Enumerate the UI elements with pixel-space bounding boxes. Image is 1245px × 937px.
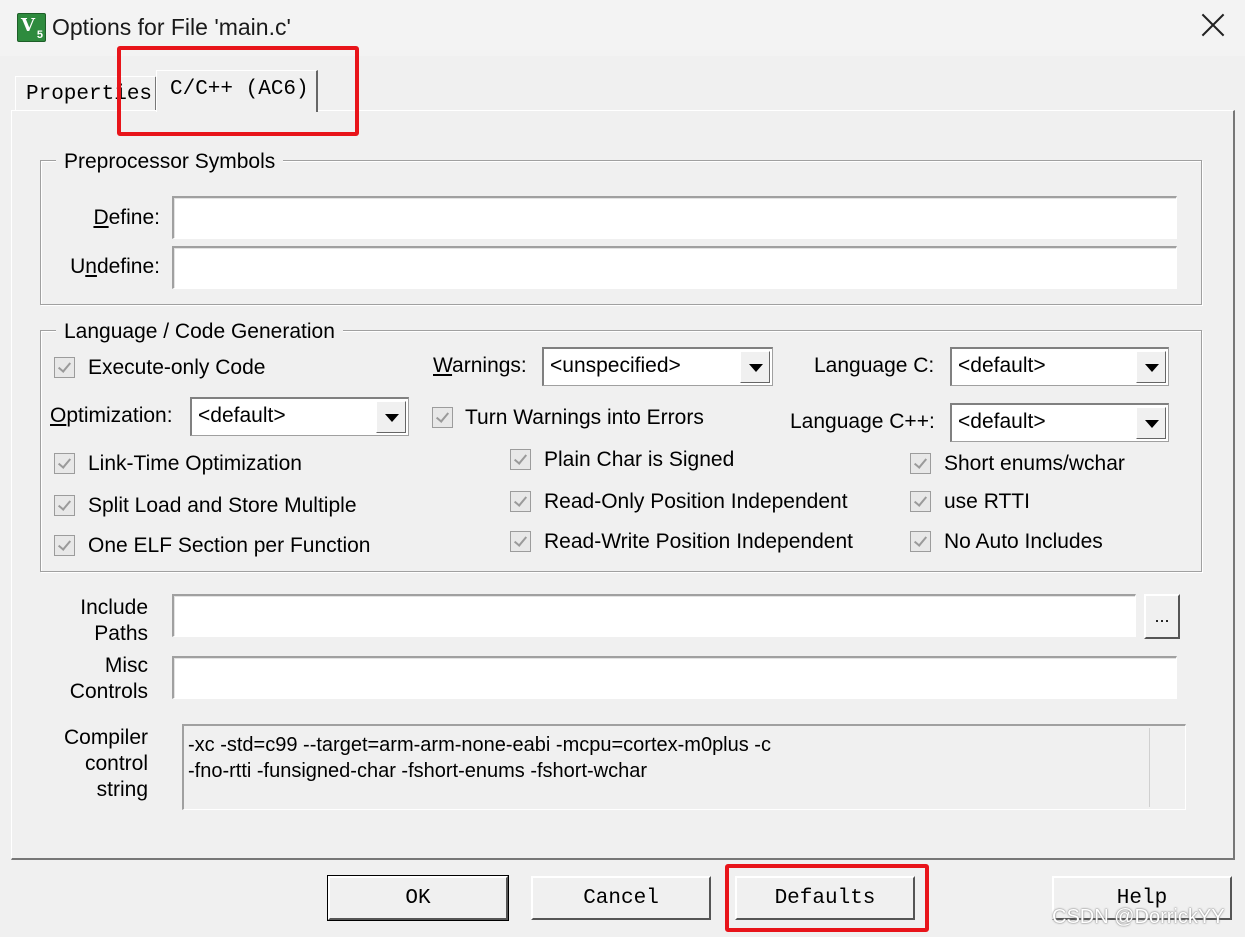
language-cpp-label: Language C++: — [790, 410, 935, 433]
include-paths-label-1: Include — [80, 596, 148, 619]
language-c-select[interactable]: <default> — [950, 347, 1169, 386]
warnings-select[interactable]: <unspecified> — [542, 347, 773, 386]
execute-only-label: Execute-only Code — [88, 356, 266, 379]
language-c-label: Language C: — [814, 354, 935, 377]
execute-only-checkbox[interactable] — [54, 357, 75, 378]
language-cpp-select[interactable]: <default> — [950, 403, 1169, 442]
warnings-label: Warnings: — [433, 354, 527, 377]
preprocessor-group-title: Preprocessor Symbols — [56, 150, 284, 174]
window-title: Options for File 'main.c' — [52, 14, 291, 40]
chevron-down-icon[interactable] — [1136, 407, 1166, 439]
misc-controls-label-2: Controls — [69, 680, 148, 703]
rtti-checkbox[interactable] — [910, 491, 931, 512]
compiler-label-3: string — [96, 778, 148, 801]
ok-button[interactable]: OK — [327, 875, 509, 921]
tab-properties[interactable]: Properties — [15, 76, 157, 111]
one-elf-label: One ELF Section per Function — [88, 534, 371, 557]
include-paths-field[interactable] — [172, 594, 1136, 637]
close-icon[interactable] — [1196, 8, 1230, 42]
warnings-value: <unspecified> — [550, 354, 681, 377]
rtti-label: use RTTI — [944, 490, 1030, 513]
define-field[interactable] — [172, 196, 1177, 239]
plain-char-checkbox[interactable] — [510, 449, 531, 470]
chevron-down-icon[interactable] — [376, 401, 406, 433]
compiler-scrollbar[interactable] — [1149, 728, 1183, 807]
compiler-control-string[interactable]: -xc -std=c99 --target=arm-arm-none-eabi … — [182, 724, 1186, 810]
turn-warnings-label: Turn Warnings into Errors — [465, 406, 704, 429]
split-load-label: Split Load and Store Multiple — [88, 494, 357, 517]
define-label: Define: — [93, 206, 160, 229]
turn-warnings-checkbox[interactable] — [432, 407, 453, 428]
cancel-button[interactable]: Cancel — [531, 876, 711, 920]
optimization-value: <default> — [198, 404, 286, 427]
split-load-checkbox[interactable] — [54, 495, 75, 516]
misc-controls-field[interactable] — [172, 656, 1177, 699]
include-paths-browse-button[interactable]: ... — [1144, 594, 1180, 639]
short-enums-checkbox[interactable] — [910, 453, 931, 474]
language-cpp-value: <default> — [958, 410, 1046, 433]
no-auto-includes-checkbox[interactable] — [910, 531, 931, 552]
compiler-label-2: control — [84, 752, 148, 775]
app-icon: V5 — [17, 13, 46, 42]
chevron-down-icon[interactable] — [740, 351, 770, 383]
compiler-label-1: Compiler — [63, 726, 148, 749]
watermark: CSDN @DorrickYY — [1052, 906, 1225, 928]
lto-label: Link-Time Optimization — [88, 452, 302, 475]
include-paths-label-2: Paths — [94, 622, 148, 645]
ropi-label: Read-Only Position Independent — [544, 490, 848, 513]
ropi-checkbox[interactable] — [510, 491, 531, 512]
misc-controls-label-1: Misc — [104, 654, 148, 677]
compiler-line-2: -fno-rtti -funsigned-char -fshort-enums … — [188, 760, 648, 782]
short-enums-label: Short enums/wchar — [944, 452, 1125, 475]
tab-cpp-ac6[interactable]: C/C++ (AC6) — [156, 70, 318, 112]
lto-checkbox[interactable] — [54, 453, 75, 474]
compiler-line-1: -xc -std=c99 --target=arm-arm-none-eabi … — [188, 734, 771, 756]
rwpi-label: Read-Write Position Independent — [544, 530, 853, 553]
optimization-select[interactable]: <default> — [190, 397, 409, 436]
one-elf-checkbox[interactable] — [54, 535, 75, 556]
defaults-button[interactable]: Defaults — [735, 876, 915, 920]
no-auto-includes-label: No Auto Includes — [944, 530, 1103, 553]
plain-char-label: Plain Char is Signed — [544, 448, 735, 471]
language-group-title: Language / Code Generation — [56, 320, 343, 344]
rwpi-checkbox[interactable] — [510, 531, 531, 552]
chevron-down-icon[interactable] — [1136, 351, 1166, 383]
optimization-label: Optimization: — [50, 404, 173, 427]
language-c-value: <default> — [958, 354, 1046, 377]
undefine-label: Undefine: — [70, 255, 160, 278]
undefine-field[interactable] — [172, 246, 1177, 289]
